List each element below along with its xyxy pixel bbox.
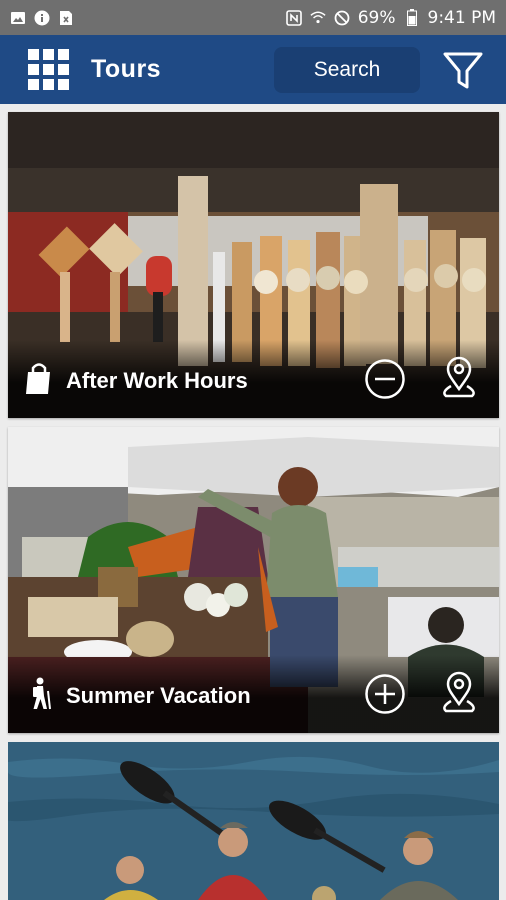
add-tour-button[interactable]	[364, 673, 406, 715]
image-icon	[10, 10, 26, 26]
nfc-icon	[285, 9, 302, 26]
status-bar-left	[10, 10, 74, 26]
status-bar: 69% 9:41 PM	[0, 0, 506, 35]
hiker-icon	[33, 677, 51, 710]
battery-icon	[404, 9, 420, 26]
clock: 9:41 PM	[427, 7, 497, 28]
map-button[interactable]	[438, 356, 480, 402]
tour-title: Summer Vacation	[66, 683, 251, 708]
search-button[interactable]: Search	[274, 47, 420, 93]
remove-tour-button[interactable]	[364, 358, 406, 400]
info-icon	[34, 10, 50, 26]
map-pin-icon	[443, 671, 475, 713]
map-pin-icon	[443, 356, 475, 398]
map-button[interactable]	[438, 671, 480, 717]
app-bar: Tours Search	[0, 35, 506, 104]
filter-icon	[443, 52, 483, 89]
plus-circle-icon	[365, 674, 405, 714]
tour-card[interactable]: Summer Vacation	[8, 427, 499, 733]
shopping-bag-icon	[26, 363, 50, 394]
filter-button[interactable]	[442, 49, 484, 91]
grid-icon	[28, 49, 69, 90]
page-title: Tours	[91, 55, 162, 83]
grid-menu-button[interactable]	[28, 49, 70, 91]
battery-percent: 69%	[357, 7, 396, 28]
tour-photo-kayak	[8, 742, 499, 900]
do-not-disturb-icon	[334, 10, 350, 26]
wifi-question-icon	[310, 10, 326, 26]
sim-x-icon	[58, 10, 74, 26]
status-bar-right: 69% 9:41 PM	[285, 7, 497, 28]
tour-card[interactable]	[8, 742, 499, 900]
tour-card[interactable]: After Work Hours	[8, 112, 499, 418]
minus-circle-icon	[365, 359, 405, 399]
tour-title: After Work Hours	[66, 368, 248, 393]
